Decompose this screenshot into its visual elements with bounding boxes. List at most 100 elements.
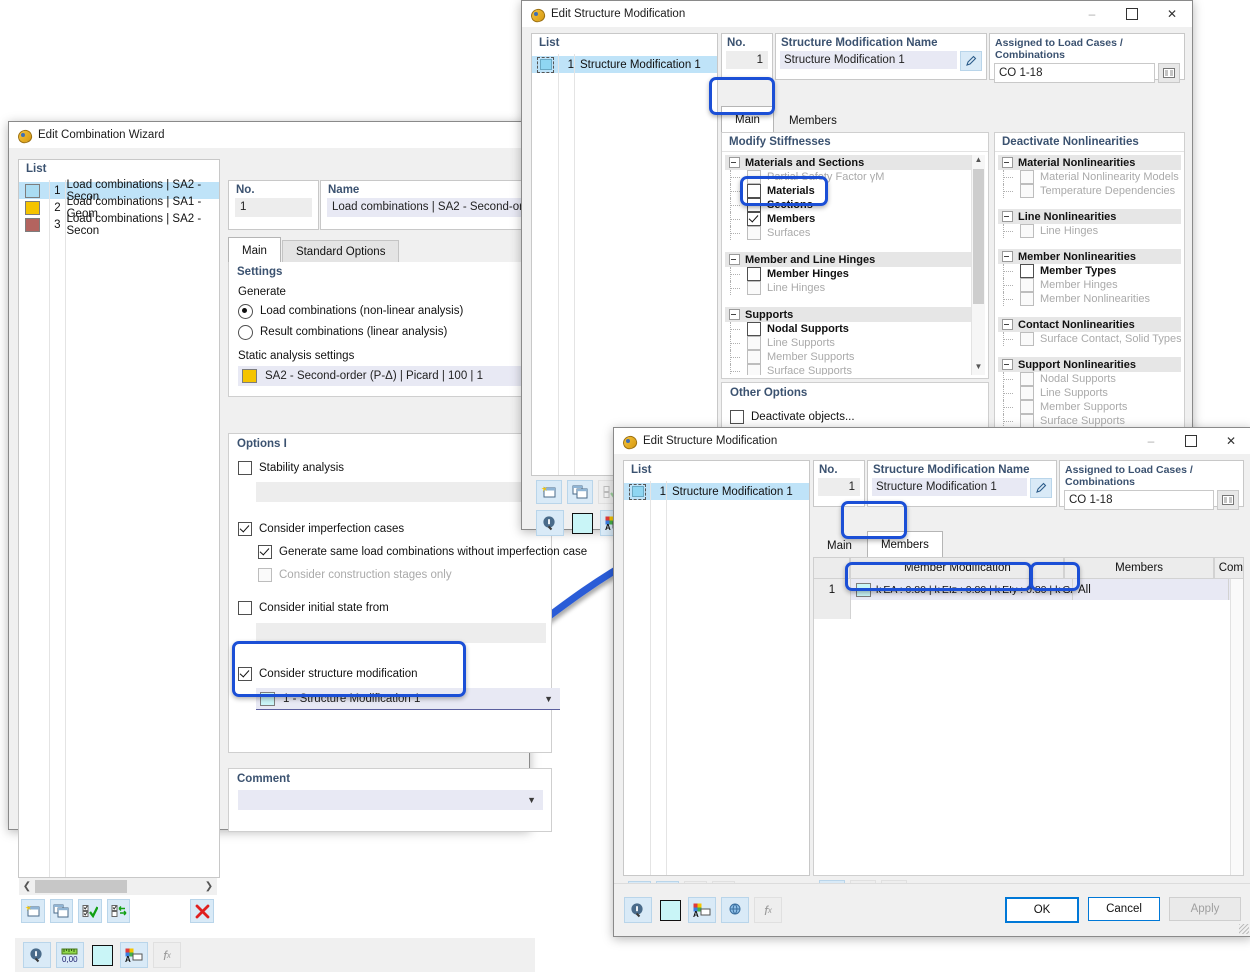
- cell-blank[interactable]: [851, 600, 1243, 619]
- static-analysis-input[interactable]: SA2 - Second-order (P-Δ) | Picard | 100 …: [238, 366, 543, 386]
- maximize-icon[interactable]: [1112, 1, 1152, 27]
- assigned-input[interactable]: CO 1-18: [994, 63, 1155, 83]
- ok-button[interactable]: OK: [1005, 897, 1079, 923]
- checkbox-generate-same-load-combinations[interactable]: Generate same load combinations without …: [229, 543, 587, 561]
- checkbox-icon[interactable]: [747, 198, 761, 212]
- name-input[interactable]: Load combinations | SA2 - Second-orde: [327, 198, 545, 217]
- color-swatch-icon[interactable]: [569, 511, 595, 535]
- tree-section[interactable]: Support Nonlinearities: [998, 357, 1181, 372]
- wizard-list-panel[interactable]: List 1 Load combinations | SA2 - Secon 2…: [18, 159, 220, 878]
- tree-item[interactable]: Sections: [725, 198, 971, 212]
- scroll-down-arrow[interactable]: ▼: [972, 362, 985, 375]
- render-icon[interactable]: A: [688, 897, 716, 923]
- edit-name-icon[interactable]: [1030, 478, 1052, 498]
- edit-combination-wizard-dialog[interactable]: Edit Combination Wizard List 1 Load comb…: [8, 121, 587, 972]
- tree-section[interactable]: Materials and Sections: [725, 155, 971, 170]
- select-all-icon[interactable]: [78, 899, 102, 923]
- tree-section[interactable]: Supports: [725, 307, 971, 322]
- render-icon[interactable]: A: [120, 942, 148, 968]
- modify-stiffnesses-scrollbar[interactable]: ▲ ▼: [971, 155, 985, 375]
- assigned-picker-icon[interactable]: [1158, 63, 1180, 83]
- scroll-thumb[interactable]: [35, 880, 127, 893]
- cancel-button[interactable]: Cancel: [1088, 897, 1160, 921]
- grid-column-member-modification[interactable]: Member Modification: [850, 558, 1065, 579]
- edit-structure-modification-members-dialog[interactable]: Edit Structure Modification – ✕ List 1 S…: [613, 427, 1250, 937]
- checkbox-icon[interactable]: [238, 461, 252, 475]
- grid-column-comment[interactable]: Com: [1213, 558, 1243, 579]
- collapse-icon[interactable]: [1002, 251, 1013, 262]
- cell-members[interactable]: All: [1073, 579, 1229, 600]
- copy-item-icon[interactable]: [567, 480, 593, 504]
- list-item[interactable]: 1 Structure Modification 1: [532, 56, 717, 73]
- assigned-picker-icon[interactable]: [1217, 490, 1239, 510]
- deactivate-nonlinearities-tree[interactable]: Material Nonlinearities Material Nonline…: [998, 155, 1181, 455]
- list-item[interactable]: 1 Structure Modification 1: [624, 483, 809, 500]
- checkbox-consider-structure-modification[interactable]: Consider structure modification: [229, 665, 551, 683]
- members-grid[interactable]: Member Modification Members Com 1 k EA :…: [813, 557, 1244, 876]
- scroll-thumb[interactable]: [973, 169, 984, 304]
- collapse-icon[interactable]: [729, 157, 740, 168]
- radio-load-combinations[interactable]: Load combinations (non-linear analysis): [229, 302, 551, 320]
- checkbox-icon[interactable]: [238, 522, 252, 536]
- minimize-icon[interactable]: –: [1131, 428, 1171, 454]
- checkbox-icon[interactable]: [747, 212, 761, 226]
- checkbox-icon[interactable]: [238, 667, 252, 681]
- tab-members[interactable]: Members: [774, 109, 851, 132]
- checkbox-icon[interactable]: [747, 322, 761, 336]
- maximize-icon[interactable]: [1171, 428, 1211, 454]
- scroll-left-arrow[interactable]: ❮: [19, 881, 35, 892]
- grid-column-members[interactable]: Members: [1064, 558, 1214, 579]
- tree-item[interactable]: Member Hinges: [725, 267, 971, 281]
- checkbox-icon[interactable]: [238, 601, 252, 615]
- minimize-icon[interactable]: –: [1072, 1, 1112, 27]
- assigned-input[interactable]: CO 1-18: [1064, 490, 1214, 510]
- collapse-icon[interactable]: [729, 309, 740, 320]
- checkbox-icon[interactable]: [258, 545, 272, 559]
- collapse-icon[interactable]: [1002, 359, 1013, 370]
- tab-standard-options[interactable]: Standard Options: [281, 240, 400, 263]
- name-input[interactable]: Structure Modification 1: [872, 478, 1027, 496]
- cell-member-modification[interactable]: k EA : 0.80 | k EIz : 0.80 | k EIy : 0.8…: [851, 579, 1073, 600]
- structmod-members-titlebar[interactable]: Edit Structure Modification – ✕: [614, 428, 1250, 454]
- checkbox-icon[interactable]: [747, 184, 761, 198]
- tab-members[interactable]: Members: [866, 531, 943, 557]
- checkbox-consider-imperfection-cases[interactable]: Consider imperfection cases: [229, 520, 551, 538]
- grid-empty-row[interactable]: [814, 600, 1243, 619]
- tree-section[interactable]: Material Nonlinearities: [998, 155, 1181, 170]
- tab-main[interactable]: Main: [228, 237, 281, 263]
- list-body[interactable]: 1 Structure Modification 1: [624, 481, 809, 875]
- scroll-right-arrow[interactable]: ❯: [201, 881, 217, 892]
- formula-icon[interactable]: fx: [754, 897, 782, 923]
- tree-section[interactable]: Member and Line Hinges: [725, 252, 971, 267]
- grid-vscrollbar[interactable]: [1230, 579, 1243, 875]
- color-swatch-icon[interactable]: [657, 898, 683, 922]
- structmod-members-window-buttons[interactable]: – ✕: [1131, 428, 1250, 454]
- radio-icon[interactable]: [238, 324, 253, 340]
- checkbox-consider-initial-state[interactable]: Consider initial state from: [229, 599, 551, 617]
- units-icon[interactable]: 0,00: [56, 942, 84, 968]
- tree-item[interactable]: Nodal Supports: [725, 322, 971, 336]
- wizard-titlebar[interactable]: Edit Combination Wizard: [9, 122, 529, 148]
- close-icon[interactable]: ✕: [1211, 428, 1250, 454]
- structmod-main-list-panel[interactable]: List 1 Structure Modification 1: [531, 33, 718, 476]
- tab-main[interactable]: Main: [813, 534, 866, 557]
- tree-section[interactable]: Member Nonlinearities: [998, 249, 1181, 264]
- checkbox-icon[interactable]: [730, 410, 744, 424]
- radio-icon[interactable]: [238, 303, 253, 319]
- tree-item-members[interactable]: Members: [725, 212, 971, 226]
- delete-icon[interactable]: [190, 899, 214, 923]
- invert-selection-icon[interactable]: [106, 899, 131, 923]
- checkbox-stability-analysis[interactable]: Stability analysis: [229, 459, 551, 477]
- checkbox-icon[interactable]: [747, 267, 761, 281]
- info-icon[interactable]: [23, 942, 51, 968]
- copy-item-icon[interactable]: [49, 899, 74, 923]
- structmod-members-tabbar[interactable]: Main Members: [813, 531, 1242, 557]
- wizard-list-toolbar[interactable]: [21, 898, 219, 924]
- checkbox-icon[interactable]: [1020, 264, 1034, 278]
- name-input[interactable]: Structure Modification 1: [780, 51, 957, 69]
- tree-section[interactable]: Contact Nonlinearities: [998, 317, 1181, 332]
- tree-item[interactable]: Materials: [725, 184, 971, 198]
- tree-item[interactable]: Member Types: [998, 264, 1181, 278]
- collapse-icon[interactable]: [1002, 211, 1013, 222]
- new-item-icon[interactable]: [536, 480, 562, 504]
